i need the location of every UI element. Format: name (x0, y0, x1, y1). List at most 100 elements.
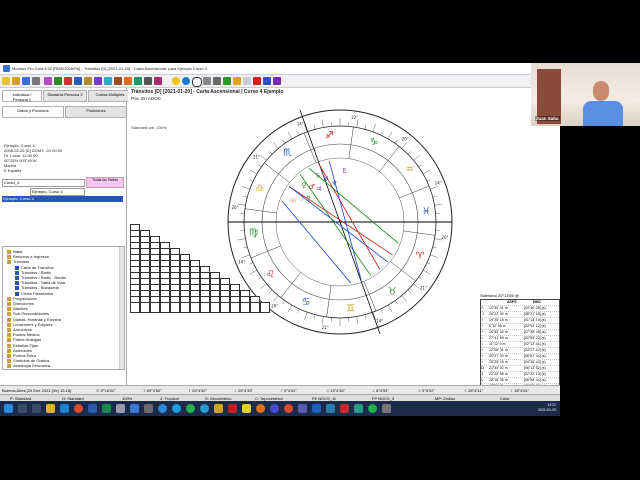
print-icon[interactable] (32, 77, 40, 85)
aspect-cell: [06°51' 44] (s) (524, 354, 546, 358)
cusp-degree-label: 20° (271, 304, 278, 309)
midpoints-icon[interactable] (134, 77, 142, 85)
aspect-cell: ☿ (481, 318, 484, 322)
todas-tablas-button[interactable]: Todas las Tablas (86, 177, 124, 188)
open-icon[interactable] (12, 77, 20, 85)
aspects-icon[interactable] (54, 77, 62, 85)
notes-icon[interactable] (242, 404, 251, 413)
moon-icon[interactable] (243, 77, 251, 85)
tree-item-label: Astrología Draconica (13, 363, 51, 369)
planet-icon[interactable] (44, 77, 52, 85)
aspect-cell: 10°30' 41 m (489, 306, 508, 310)
tab-sinastria[interactable]: Sinastría Persona 2 (43, 90, 87, 102)
skype-icon[interactable] (172, 404, 181, 413)
stars-icon[interactable] (74, 77, 82, 85)
excel-icon[interactable] (102, 404, 111, 413)
grid-icon[interactable] (203, 77, 211, 85)
tree-item[interactable]: Astrología Draconica (7, 363, 50, 368)
folder-icon[interactable] (46, 404, 55, 413)
word-icon[interactable] (88, 404, 97, 413)
aspect-grid-cell[interactable] (250, 302, 260, 313)
tab-cartas-multiples[interactable]: Cartas Múltiples (88, 90, 132, 102)
globe-icon[interactable] (182, 77, 190, 85)
photo-icon[interactable] (326, 404, 335, 413)
spotify-icon[interactable] (368, 404, 377, 413)
filezilla-icon[interactable] (228, 404, 237, 413)
aspect-cell: ☊ (481, 366, 485, 370)
wheel-icon[interactable] (192, 77, 202, 87)
returns-icon[interactable] (104, 77, 112, 85)
lunations-icon[interactable] (144, 77, 152, 85)
pdf-icon[interactable] (340, 404, 349, 413)
zodiac-sign-glyph: ♏ (283, 148, 292, 159)
aspect-grid-cell[interactable] (130, 302, 140, 313)
tab-posiciones[interactable]: Posiciones (65, 106, 127, 118)
chrome-icon[interactable] (74, 404, 83, 413)
aspect-grid-cell[interactable] (220, 302, 230, 313)
aspect-grid-cell[interactable] (160, 302, 170, 313)
info-icon[interactable] (263, 77, 271, 85)
cusp-degree-label: 14° (297, 122, 304, 127)
system-clock[interactable]: 13:21 2021-01-20 (538, 403, 556, 413)
selected-chart-item[interactable]: Ejemplo, Curso 4 (2, 196, 123, 202)
harmonics-icon[interactable] (124, 77, 132, 85)
progressions-icon[interactable] (94, 77, 102, 85)
info-line: E.España (4, 168, 22, 173)
help-icon[interactable] (253, 77, 261, 85)
course-select[interactable]: Curso_4 (2, 179, 85, 187)
table-icon[interactable] (223, 77, 231, 85)
aspect-grid-cell[interactable] (200, 302, 210, 313)
windows-start-icon[interactable] (4, 404, 13, 413)
zodiac-sign-glyph: ♓ (422, 206, 431, 217)
aspect-grid-cell[interactable] (140, 302, 150, 313)
aspect-grid-cell[interactable] (230, 302, 240, 313)
morinus-icon[interactable] (214, 404, 223, 413)
sun-icon[interactable] (172, 77, 180, 85)
tab-datos-procesos[interactable]: Datos y Procesos (2, 106, 64, 118)
edge-icon[interactable] (60, 404, 69, 413)
col-dmc: DMC (533, 300, 541, 304)
cusp-degree-label: 21° (420, 285, 427, 290)
save-icon[interactable] (22, 77, 30, 85)
telegram-icon[interactable] (200, 404, 209, 413)
planet-glyph: ♂ (309, 183, 315, 191)
chart-info: Ejemplo, Curso 4 2008-02-25 [D] DGMT: -0… (4, 143, 62, 173)
whatsapp-icon[interactable] (186, 404, 195, 413)
transits-icon[interactable] (84, 77, 92, 85)
aspect-grid-cell[interactable] (190, 302, 200, 313)
aspect-cell: ♆ (481, 354, 484, 358)
outlook-icon[interactable] (312, 404, 321, 413)
video-icon[interactable] (354, 404, 363, 413)
eclipse-icon[interactable] (154, 77, 162, 85)
tree-scrollbar[interactable] (119, 247, 124, 369)
aspect-grid-cell[interactable] (180, 302, 190, 313)
app-icon[interactable] (116, 404, 125, 413)
teams-icon[interactable] (298, 404, 307, 413)
settings-taskbar-icon[interactable] (382, 404, 391, 413)
mail-icon[interactable] (130, 404, 139, 413)
col-asps: ASPS (507, 300, 517, 304)
aspect-table: Sideriano 20°13'55 @ ASPS DMC ☉ 10°30' 41… (480, 293, 560, 391)
task-view-icon[interactable] (32, 404, 41, 413)
aspect-cell: 21°34' 02 m (489, 366, 508, 370)
firefox-icon[interactable] (256, 404, 265, 413)
list-icon[interactable] (213, 77, 221, 85)
star-icon[interactable] (233, 77, 241, 85)
aspect-cell: 20°25' 55 m (489, 372, 508, 376)
browser-icon[interactable] (270, 404, 279, 413)
settings-icon[interactable] (273, 77, 281, 85)
aspect-grid-cell[interactable] (150, 302, 160, 313)
houses-icon[interactable] (64, 77, 72, 85)
search-input[interactable]: Ejemplo, Curso 4 (30, 188, 85, 196)
directions-icon[interactable] (114, 77, 122, 85)
aspect-grid-cell[interactable] (170, 302, 180, 313)
aspect-grid-cell[interactable] (240, 302, 250, 313)
chrome-2-icon[interactable] (284, 404, 293, 413)
search-icon[interactable] (18, 404, 27, 413)
zoom-icon[interactable] (158, 404, 167, 413)
new-chart-icon[interactable] (2, 77, 10, 85)
aspect-grid-cell[interactable] (260, 302, 270, 313)
aspect-grid-cell[interactable] (210, 302, 220, 313)
calc-icon[interactable] (144, 404, 153, 413)
tab-individual[interactable]: Individual / Persona 1 (2, 90, 42, 102)
